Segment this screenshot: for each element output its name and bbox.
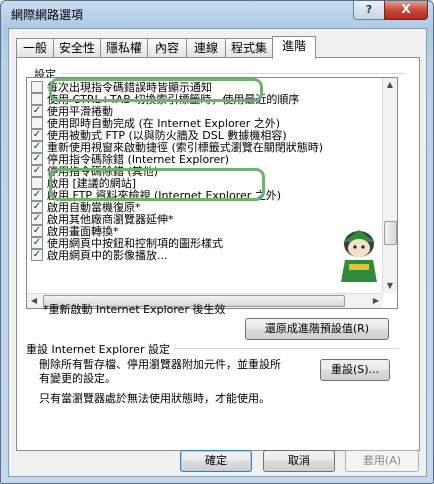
setting-checkbox[interactable]: ✓ bbox=[31, 237, 43, 249]
restart-note: *重新啟動 Internet Explorer 後生效 bbox=[43, 303, 226, 316]
setting-checkbox[interactable]: ✓ bbox=[31, 105, 43, 117]
reset-group-label: 重設 Internet Explorer 設定 bbox=[26, 343, 170, 356]
cancel-button[interactable]: 取消 bbox=[263, 450, 335, 472]
watermark-mascot-icon bbox=[341, 230, 377, 282]
setting-label: 啟用網頁中的影像播放... bbox=[47, 249, 168, 262]
setting-checkbox[interactable]: ✓ bbox=[31, 201, 43, 213]
title-bar[interactable]: 網際網路選項 ? X bbox=[1, 1, 433, 27]
setting-checkbox[interactable]: ✓ bbox=[31, 189, 43, 201]
vertical-scroll-thumb[interactable] bbox=[384, 221, 397, 245]
setting-checkbox[interactable]: ✓ bbox=[31, 165, 43, 177]
setting-checkbox[interactable]: ✓ bbox=[31, 213, 43, 225]
reset-button[interactable]: 重設(S)... bbox=[320, 359, 390, 381]
ok-button[interactable]: 確定 bbox=[180, 450, 252, 472]
reset-note: 只有當瀏覽器處於無法使用狀態時，才能使用。 bbox=[39, 392, 270, 405]
scroll-down-icon[interactable]: ▼ bbox=[383, 279, 397, 293]
apply-button[interactable]: 套用(A) bbox=[345, 450, 419, 472]
settings-divider bbox=[61, 73, 406, 74]
scroll-up-icon[interactable]: ▲ bbox=[383, 78, 397, 92]
setting-checkbox[interactable] bbox=[31, 81, 43, 93]
tab-content[interactable]: 內容 bbox=[147, 38, 187, 58]
tab-advanced[interactable]: 進階 bbox=[272, 36, 316, 59]
setting-checkbox[interactable]: ✓ bbox=[31, 153, 43, 165]
setting-checkbox[interactable]: ✓ bbox=[31, 129, 43, 141]
tab-privacy[interactable]: 隱私權 bbox=[100, 38, 148, 58]
setting-checkbox[interactable] bbox=[31, 177, 43, 189]
tab-security[interactable]: 安全性 bbox=[53, 38, 101, 58]
tab-programs[interactable]: 程式集 bbox=[225, 38, 273, 58]
setting-checkbox[interactable]: ✓ bbox=[31, 225, 43, 237]
scroll-left-icon[interactable]: ◀ bbox=[27, 294, 41, 308]
setting-checkbox[interactable]: ✓ bbox=[31, 249, 43, 261]
setting-checkbox[interactable] bbox=[31, 93, 43, 105]
setting-checkbox[interactable]: ✓ bbox=[31, 141, 43, 153]
reset-description-line2: 有變更的設定。 bbox=[39, 372, 116, 385]
window-title: 網際網路選項 bbox=[11, 8, 84, 22]
tab-connections[interactable]: 連線 bbox=[186, 38, 226, 58]
help-button[interactable]: ? bbox=[353, 1, 385, 20]
dialog-client: 一般 安全性 隱私權 內容 連線 程式集 進階 設定 每次出現指令碼錯誤時皆顯示… bbox=[8, 28, 427, 477]
scroll-right-icon[interactable]: ▶ bbox=[369, 294, 383, 308]
restore-defaults-button[interactable]: 還原成進階預設值(R) bbox=[245, 318, 389, 340]
vertical-scrollbar[interactable]: ▲ ▼ bbox=[382, 78, 397, 293]
reset-divider bbox=[174, 348, 399, 349]
close-button[interactable]: X bbox=[384, 1, 428, 20]
internet-options-window: 網際網路選項 ? X 一般 安全性 隱私權 內容 連線 程式集 進階 設定 每次… bbox=[0, 0, 434, 484]
setting-row[interactable]: ✓ 啟用網頁中的影像播放... bbox=[31, 249, 168, 262]
tab-general[interactable]: 一般 bbox=[16, 38, 54, 58]
setting-checkbox[interactable] bbox=[31, 117, 43, 129]
